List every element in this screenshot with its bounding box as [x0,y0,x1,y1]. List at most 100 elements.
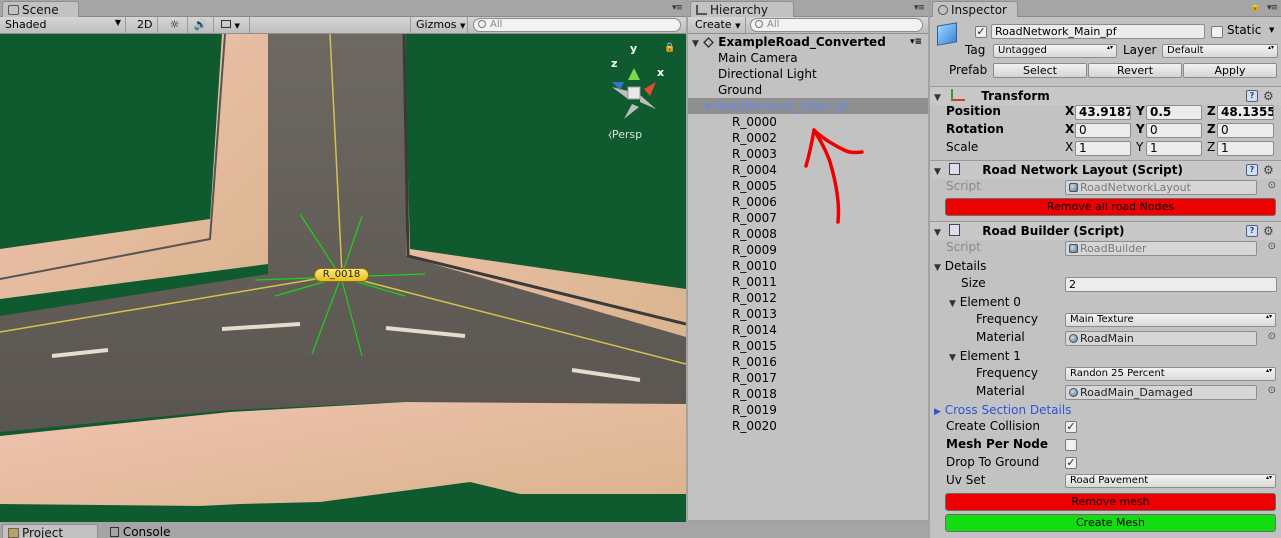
scene-menu-icon[interactable]: ▾≡ [910,34,922,50]
gear-icon[interactable]: ⚙ [1263,161,1274,179]
tag-dropdown[interactable]: Untagged [993,44,1117,58]
position-z-axis-label[interactable]: Z [1207,104,1216,118]
create-collision-checkbox[interactable]: ✓ [1065,421,1077,433]
prefab-apply-button[interactable]: Apply [1183,63,1277,78]
scene-panel-menu-icon[interactable]: ▾≡ [672,3,683,13]
hierarchy-child-item[interactable]: R_0016 [688,354,928,370]
persp-label[interactable]: ⧼Persp [608,128,642,142]
tab-inspector[interactable]: Inspector [932,1,1018,17]
scene-search-input[interactable]: All [473,18,681,32]
position-y-field[interactable]: 0.5 [1146,105,1202,120]
hierarchy-item-roadnetwork[interactable]: ▼ RoadNetwork_Main_pf [688,98,928,114]
inspector-panel-menu-icon[interactable]: ▾≡ [1267,3,1278,13]
scale-x-axis-label[interactable]: X [1065,140,1073,154]
scale-z-field[interactable]: 1 [1217,141,1274,156]
audio-toggle[interactable]: 🔊 [188,17,214,33]
scale-z-axis-label[interactable]: Z [1207,140,1215,154]
transform-header[interactable]: ▼ Transform ? ⚙ [930,86,1281,105]
toggle-2d-button[interactable]: 2D [132,17,158,33]
prefab-select-button[interactable]: Select [993,63,1087,78]
object-picker-icon[interactable]: ⊙ [1268,241,1276,252]
help-icon[interactable]: ? [1246,164,1258,176]
position-x-field[interactable]: 43.9187 [1075,105,1131,120]
rotation-z-field[interactable]: 0 [1217,123,1274,138]
gizmos-dropdown[interactable]: Gizmos ▼ [410,17,468,33]
element1-material-field[interactable]: RoadMain_Damaged [1065,385,1257,400]
hierarchy-child-item[interactable]: R_0019 [688,402,928,418]
shading-mode-dropdown[interactable]: Shaded ▼ [0,17,126,33]
road-network-layout-header[interactable]: ▼ Road Network Layout (Script) ? ⚙ [930,160,1281,179]
road-builder-header[interactable]: ▼ Road Builder (Script) ? ⚙ [930,221,1281,240]
hierarchy-child-item[interactable]: R_0011 [688,274,928,290]
drop-to-ground-checkbox[interactable]: ✓ [1065,457,1077,469]
hierarchy-child-item[interactable]: R_0015 [688,338,928,354]
lock-icon[interactable]: 🔒 [1250,2,1261,12]
hierarchy-item[interactable]: Directional Light [688,66,928,82]
tab-project[interactable]: Project [2,524,98,538]
hierarchy-child-item[interactable]: R_0009 [688,242,928,258]
static-dropdown-icon[interactable]: ▼ [1269,26,1274,34]
position-z-field[interactable]: 48.1355 [1217,105,1274,120]
gear-icon[interactable]: ⚙ [1263,87,1274,105]
rotation-x-axis-label[interactable]: X [1065,122,1074,136]
position-x-axis-label[interactable]: X [1065,104,1074,118]
rotation-z-axis-label[interactable]: Z [1207,122,1216,136]
gear-icon[interactable]: ⚙ [1263,222,1274,240]
element1-foldout[interactable]: ▼ Element 1 [930,347,1281,365]
remove-all-road-nodes-button[interactable]: Remove all road Nodes [945,198,1276,216]
scale-x-field[interactable]: 1 [1075,141,1131,156]
expand-triangle-icon[interactable]: ▼ [934,224,941,242]
hierarchy-item[interactable]: Main Camera [688,50,928,66]
object-picker-icon[interactable]: ⊙ [1268,331,1276,342]
expand-triangle-icon[interactable]: ▼ [949,349,956,367]
effects-dropdown[interactable]: ▼ [216,17,250,33]
tab-hierarchy[interactable]: Hierarchy [690,1,794,17]
help-icon[interactable]: ? [1246,90,1258,102]
scale-y-field[interactable]: 1 [1146,141,1202,156]
size-field[interactable]: 2 [1065,277,1277,292]
tab-console[interactable]: Console [110,525,170,538]
tab-scene[interactable]: Scene [2,1,79,17]
object-picker-icon[interactable]: ⊙ [1268,385,1276,396]
mesh-per-node-checkbox[interactable] [1065,439,1077,451]
hierarchy-panel-menu-icon[interactable]: ▾≡ [914,3,925,13]
expand-triangle-icon[interactable]: ▼ [949,295,956,313]
help-icon[interactable]: ? [1246,225,1258,237]
node-label[interactable]: R_0018 [314,268,369,282]
hierarchy-item[interactable]: Ground [688,82,928,98]
expand-triangle-icon[interactable]: ▼ [934,89,941,107]
position-y-axis-label[interactable]: Y [1136,104,1145,118]
lock-icon[interactable]: 🔒 [664,43,675,53]
active-checkbox[interactable]: ✓ [975,26,987,38]
rotation-y-field[interactable]: 0 [1146,123,1202,138]
static-checkbox[interactable] [1211,26,1223,38]
element1-frequency-dropdown[interactable]: Randon 25 Percent [1065,367,1276,381]
object-name-field[interactable]: RoadNetwork_Main_pf [991,24,1205,39]
expand-triangle-icon[interactable]: ▼ [934,259,941,277]
hierarchy-child-item[interactable]: R_0014 [688,322,928,338]
hierarchy-child-item[interactable]: R_0010 [688,258,928,274]
element0-frequency-dropdown[interactable]: Main Texture [1065,313,1276,327]
rotation-y-axis-label[interactable]: Y [1136,122,1145,136]
hierarchy-child-item[interactable]: R_0017 [688,370,928,386]
lighting-toggle[interactable]: ☼ [162,17,188,33]
hierarchy-child-item[interactable]: R_0018 [688,386,928,402]
uv-set-dropdown[interactable]: Road Pavement [1065,474,1276,488]
expand-triangle-icon[interactable]: ▼ [934,163,941,181]
hierarchy-search-input[interactable]: All [750,18,923,32]
element0-material-field[interactable]: RoadMain [1065,331,1257,346]
scale-y-axis-label[interactable]: Y [1136,140,1143,154]
collapsed-triangle-icon[interactable]: ▶ [934,403,941,421]
details-foldout[interactable]: ▼ Details [930,257,1281,275]
create-dropdown[interactable]: Create ▼ [690,17,746,33]
object-picker-icon[interactable]: ⊙ [1268,180,1276,191]
layer-dropdown[interactable]: Default [1162,44,1278,58]
hierarchy-child-item[interactable]: R_0020 [688,418,928,434]
cross-section-foldout[interactable]: ▶ Cross Section Details [930,401,1281,419]
hierarchy-child-item[interactable]: R_0013 [688,306,928,322]
rotation-x-field[interactable]: 0 [1075,123,1131,138]
hierarchy-root-scene[interactable]: ▼ ExampleRoad_Converted ▾≡ [688,34,928,50]
hierarchy-child-item[interactable]: R_0012 [688,290,928,306]
create-mesh-button[interactable]: Create Mesh [945,514,1276,532]
remove-mesh-button[interactable]: Remove mesh [945,493,1276,511]
